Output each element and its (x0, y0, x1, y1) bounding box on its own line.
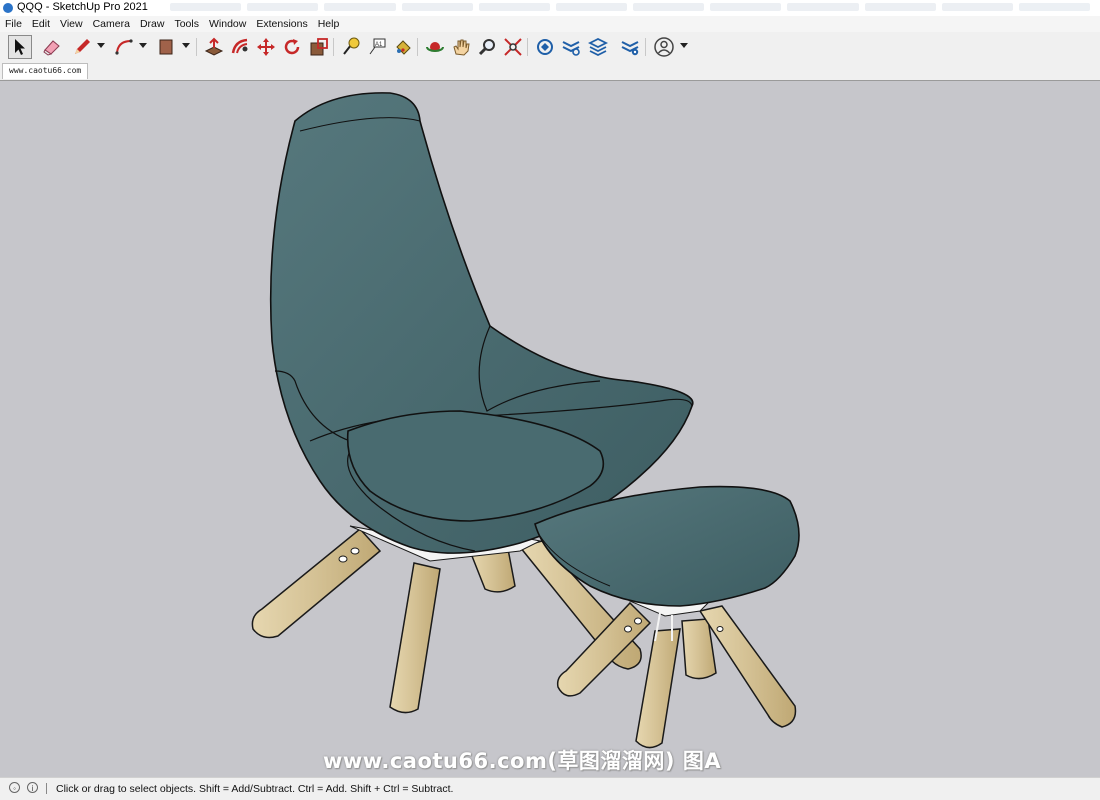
menu-extensions[interactable]: Extensions (251, 18, 312, 30)
select-tool-button[interactable] (8, 35, 32, 59)
svg-text:A1: A1 (375, 42, 383, 48)
3d-warehouse-button[interactable] (533, 35, 557, 59)
toolbar: A1 (0, 32, 1100, 63)
pan-hand-icon (453, 39, 470, 56)
background-taskbar (170, 3, 1091, 13)
push-pull-icon (204, 37, 224, 56)
menu-draw[interactable]: Draw (135, 18, 170, 30)
menu-file[interactable]: File (0, 18, 27, 30)
leg-bolt (634, 617, 642, 625)
line-dropdown-caret[interactable] (97, 43, 105, 48)
layout-icon (588, 37, 608, 57)
menu-camera[interactable]: Camera (88, 18, 135, 30)
eraser-tool-button[interactable] (40, 35, 64, 59)
tape-measure-icon (343, 37, 360, 55)
push-pull-tool-button[interactable] (202, 35, 226, 59)
menu-bar: File Edit View Camera Draw Tools Window … (0, 16, 1100, 32)
ottoman-leg-front (635, 628, 681, 749)
scene-tab[interactable]: www.caotu66.com (2, 63, 89, 79)
title-bar: QQQ - SketchUp Pro 2021 (0, 0, 1100, 16)
orbit-tool-button[interactable] (423, 35, 447, 59)
scale-icon (310, 38, 328, 56)
move-tool-button[interactable] (254, 35, 278, 59)
zoom-tool-button[interactable] (475, 35, 499, 59)
offset-tool-button[interactable] (228, 35, 252, 59)
pencil-icon (75, 39, 90, 54)
chair-leg-front (389, 562, 441, 714)
menu-view[interactable]: View (55, 18, 88, 30)
text-icon: A1 (369, 38, 386, 55)
zoom-extents-tool-button[interactable] (501, 35, 525, 59)
menu-edit[interactable]: Edit (27, 18, 55, 30)
select-arrow-icon (15, 39, 25, 55)
leg-bolt (338, 555, 348, 563)
leg-bolt (716, 626, 724, 632)
account-icon (654, 37, 674, 57)
zoom-extents-icon (504, 38, 522, 56)
extension-warehouse-icon (562, 41, 580, 56)
text-tool-button[interactable]: A1 (365, 35, 389, 59)
zoom-icon (478, 39, 495, 56)
extension-manager-icon (621, 41, 639, 56)
leg-bolt (350, 547, 360, 555)
layout-button[interactable] (586, 35, 610, 59)
scale-tool-button[interactable] (307, 35, 331, 59)
watermark: www.caotu66.com(草图溜溜网) 图A (323, 749, 722, 773)
menu-tools[interactable]: Tools (169, 18, 204, 30)
3d-warehouse-icon (537, 39, 553, 55)
model-viewport[interactable]: www.caotu66.com(草图溜溜网) 图A (0, 80, 1100, 777)
rotate-tool-button[interactable] (280, 35, 304, 59)
leg-bolt (624, 625, 632, 633)
paint-bucket-tool-button[interactable] (391, 35, 415, 59)
chair-model-drawing (251, 92, 800, 749)
arc-dropdown-caret[interactable] (139, 43, 147, 48)
chair-leg-left (251, 527, 382, 639)
extension-warehouse-button[interactable] (559, 35, 583, 59)
shape-dropdown-caret[interactable] (182, 43, 190, 48)
eraser-icon (43, 40, 60, 56)
pan-tool-button[interactable] (449, 35, 473, 59)
arc-tool-button[interactable] (112, 35, 136, 59)
rotate-icon (284, 39, 300, 55)
account-button[interactable] (652, 35, 676, 59)
orbit-icon (426, 42, 444, 52)
status-message: Click or drag to select objects. Shift =… (56, 783, 454, 795)
extension-manager-button[interactable] (618, 35, 642, 59)
menu-window[interactable]: Window (204, 18, 251, 30)
scene-tabs-bar: www.caotu66.com (0, 62, 1100, 79)
info-icon[interactable]: i (27, 782, 38, 793)
shape-tool-button[interactable] (154, 35, 178, 59)
tape-measure-tool-button[interactable] (339, 35, 363, 59)
rectangle-icon (159, 39, 173, 55)
offset-icon (231, 38, 248, 54)
geo-location-icon[interactable]: ◦ (9, 782, 20, 793)
menu-help[interactable]: Help (313, 18, 345, 30)
arc-icon (115, 39, 133, 55)
move-icon (257, 38, 275, 56)
account-dropdown-caret[interactable] (680, 43, 688, 48)
window-title: QQQ - SketchUp Pro 2021 (17, 1, 148, 13)
status-bar: ◦ i Click or drag to select objects. Shi… (0, 777, 1100, 800)
sketchup-app-icon (3, 3, 13, 13)
line-tool-button[interactable] (70, 35, 94, 59)
paint-bucket-icon (396, 40, 411, 55)
